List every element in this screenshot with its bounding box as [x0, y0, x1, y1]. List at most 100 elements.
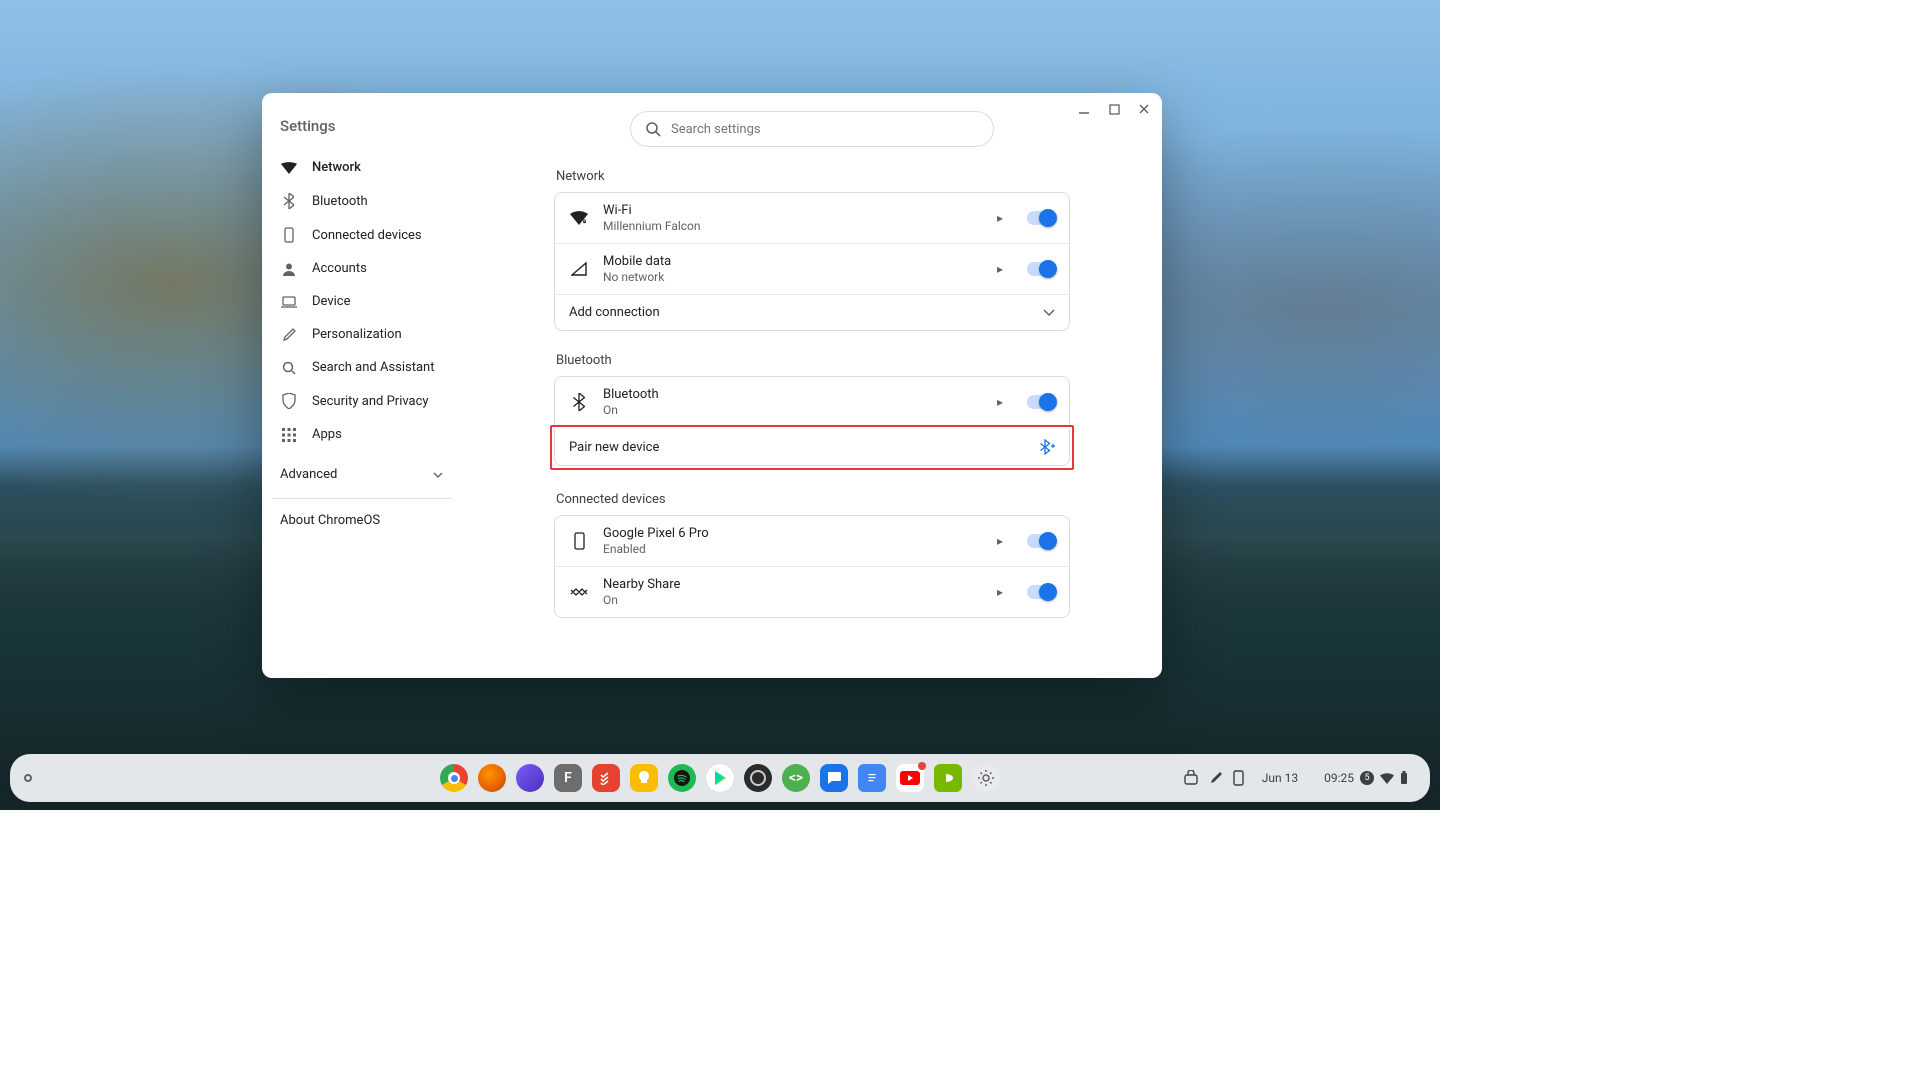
- about-label: About ChromeOS: [280, 513, 380, 528]
- shelf-app-code[interactable]: <>: [782, 764, 810, 792]
- sidebar-item-personalization[interactable]: Personalization: [262, 318, 461, 351]
- shelf-apps: F <>: [440, 764, 1000, 792]
- section-title-connected: Connected devices: [554, 486, 1070, 515]
- pixel-toggle[interactable]: [1027, 534, 1055, 548]
- shelf-app-terminal[interactable]: [744, 764, 772, 792]
- sidebar-item-accounts[interactable]: Accounts: [262, 252, 461, 285]
- row-subtitle: Millennium Falcon: [603, 219, 983, 233]
- app-title: Settings: [262, 103, 461, 145]
- chevron-right-icon: ▸: [997, 395, 1003, 409]
- shelf-app-chrome[interactable]: [440, 764, 468, 792]
- row-pixel[interactable]: Google Pixel 6 Pro Enabled ▸: [555, 516, 1069, 566]
- person-icon: [280, 262, 298, 276]
- sidebar-about[interactable]: About ChromeOS: [262, 499, 461, 542]
- maximize-button[interactable]: [1106, 101, 1122, 117]
- shelf-app-youtube[interactable]: [896, 764, 924, 792]
- wifi-icon: [280, 162, 298, 174]
- battery-tray-icon: [1400, 771, 1408, 785]
- row-mobile-data[interactable]: Mobile data No network ▸: [555, 243, 1069, 294]
- sidebar-item-label: Search and Assistant: [312, 360, 435, 375]
- shelf-app-firefox[interactable]: [478, 764, 506, 792]
- sidebar-item-label: Accounts: [312, 261, 367, 276]
- row-title: Bluetooth: [603, 387, 983, 402]
- chevron-right-icon: ▸: [997, 585, 1003, 599]
- row-bluetooth[interactable]: Bluetooth On ▸: [555, 377, 1069, 427]
- row-subtitle: On: [603, 593, 983, 607]
- search-input[interactable]: [671, 122, 979, 137]
- tray-time: 09:25: [1324, 771, 1354, 785]
- tray-date[interactable]: Jun 13: [1254, 767, 1306, 789]
- shelf: F <> Jun 13 09:25 5: [10, 754, 1430, 802]
- shelf-app-play[interactable]: [706, 764, 734, 792]
- settings-window: Settings Network Bluetooth Connected dev…: [262, 93, 1162, 678]
- bluetooth-card: Bluetooth On ▸: [554, 376, 1070, 427]
- row-title: Mobile data: [603, 254, 983, 269]
- phone-hub-icon[interactable]: [1233, 770, 1244, 786]
- row-subtitle: Enabled: [603, 542, 983, 556]
- chevron-down-icon: [1043, 309, 1055, 317]
- search-icon: [645, 121, 661, 137]
- launcher-button[interactable]: [24, 774, 32, 782]
- network-card: Wi-Fi Millennium Falcon ▸ Mobile data No…: [554, 192, 1070, 331]
- row-add-connection[interactable]: Add connection: [555, 294, 1069, 330]
- mobile-data-toggle[interactable]: [1027, 262, 1055, 276]
- search-bar[interactable]: [630, 111, 994, 147]
- shelf-app-files[interactable]: F: [554, 764, 582, 792]
- shelf-app-docs[interactable]: [858, 764, 886, 792]
- minimize-button[interactable]: [1076, 101, 1092, 117]
- cellular-icon: [569, 262, 589, 276]
- nearby-share-toggle[interactable]: [1027, 585, 1055, 599]
- chevron-down-icon: [433, 472, 443, 478]
- tote-icon[interactable]: [1183, 770, 1199, 786]
- sidebar-item-bluetooth[interactable]: Bluetooth: [262, 184, 461, 218]
- edit-icon: [280, 328, 298, 342]
- sidebar-item-label: Apps: [312, 427, 342, 442]
- bluetooth-pair-icon: [1039, 439, 1055, 455]
- tray-status[interactable]: 09:25 5: [1316, 767, 1416, 789]
- phone-icon: [280, 227, 298, 243]
- section-title-network: Network: [554, 163, 1070, 192]
- bluetooth-icon: [280, 193, 298, 209]
- shelf-app-settings[interactable]: [972, 764, 1000, 792]
- sidebar-item-label: Personalization: [312, 327, 402, 342]
- row-nearby-share[interactable]: Nearby Share On ▸: [555, 566, 1069, 617]
- annotation-highlight: Pair new device: [550, 425, 1074, 470]
- pair-label: Pair new device: [569, 440, 659, 455]
- sidebar-item-device[interactable]: Device: [262, 285, 461, 318]
- sidebar-advanced[interactable]: Advanced: [262, 457, 461, 492]
- tray-badge: 5: [1360, 771, 1374, 785]
- shelf-app-obsidian[interactable]: [516, 764, 544, 792]
- row-title: Google Pixel 6 Pro: [603, 526, 983, 541]
- system-tray[interactable]: Jun 13 09:25 5: [1183, 767, 1416, 789]
- shelf-app-nvidia[interactable]: [934, 764, 962, 792]
- sidebar-item-connected[interactable]: Connected devices: [262, 218, 461, 252]
- section-title-bluetooth: Bluetooth: [554, 347, 1070, 376]
- row-pair-new-device[interactable]: Pair new device: [554, 429, 1070, 466]
- shelf-app-spotify[interactable]: [668, 764, 696, 792]
- sidebar-item-label: Security and Privacy: [312, 394, 429, 409]
- sidebar-item-label: Connected devices: [312, 228, 422, 243]
- sidebar-item-apps[interactable]: Apps: [262, 418, 461, 451]
- row-wifi[interactable]: Wi-Fi Millennium Falcon ▸: [555, 193, 1069, 243]
- wifi-icon: [569, 211, 589, 225]
- wifi-toggle[interactable]: [1027, 211, 1055, 225]
- sidebar-item-security[interactable]: Security and Privacy: [262, 384, 461, 418]
- bluetooth-toggle[interactable]: [1027, 395, 1055, 409]
- row-title: Wi-Fi: [603, 203, 983, 218]
- stylus-icon[interactable]: [1209, 771, 1223, 785]
- sidebar-item-search[interactable]: Search and Assistant: [262, 351, 461, 384]
- connected-card: Google Pixel 6 Pro Enabled ▸ Nearby Shar…: [554, 515, 1070, 618]
- bluetooth-icon: [569, 393, 589, 411]
- add-connection-label: Add connection: [569, 305, 660, 320]
- laptop-icon: [280, 296, 298, 308]
- advanced-label: Advanced: [280, 467, 337, 482]
- sidebar-item-label: Bluetooth: [312, 194, 368, 209]
- shelf-app-messages[interactable]: [820, 764, 848, 792]
- close-button[interactable]: [1136, 101, 1152, 117]
- shelf-app-todoist[interactable]: [592, 764, 620, 792]
- row-subtitle: On: [603, 403, 983, 417]
- sidebar-item-network[interactable]: Network: [262, 151, 461, 184]
- search-icon: [280, 361, 298, 375]
- row-title: Nearby Share: [603, 577, 983, 592]
- shelf-app-keep[interactable]: [630, 764, 658, 792]
